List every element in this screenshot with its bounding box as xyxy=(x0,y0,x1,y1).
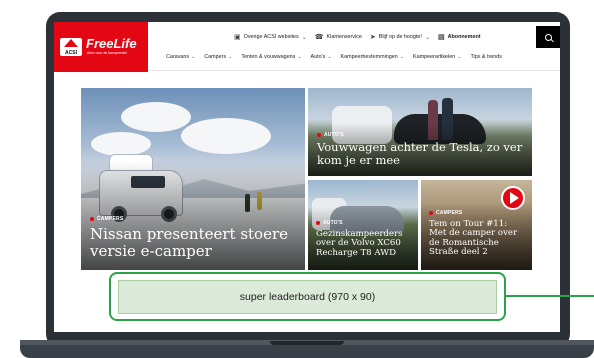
nav-item-articles[interactable]: Kampeerartikelen ⌄ xyxy=(413,54,461,60)
nav-item-destinations[interactable]: Kampeerbestemmingen ⌄ xyxy=(341,54,404,60)
nav-item-label: Caravans xyxy=(166,54,190,60)
headset-icon: ☎ xyxy=(314,34,324,41)
article-category: CAMPERS xyxy=(90,216,123,222)
laptop-notch xyxy=(270,341,344,345)
article-category: AUTO'S xyxy=(316,220,343,226)
nav-item-label: Tips & trends xyxy=(470,54,502,60)
article-category-label: AUTO'S xyxy=(324,132,344,138)
chevron-down-icon: ⌄ xyxy=(457,54,462,60)
chevron-down-icon: ⌄ xyxy=(301,34,307,41)
ad-slot-label: super leaderboard (970 x 90) xyxy=(239,291,376,303)
nav-item-label: Auto's xyxy=(310,54,326,60)
cloud-shape xyxy=(121,102,191,132)
topbar-subscription[interactable]: ▤ Abonnement xyxy=(438,33,481,41)
chevron-down-icon: ⌄ xyxy=(297,54,302,60)
category-dot-icon xyxy=(429,211,433,215)
topbar-customer-service[interactable]: ☎ Klantenservice xyxy=(315,33,362,41)
article-category-label: CAMPERS xyxy=(97,216,124,222)
article-title[interactable]: Nissan presenteert stoere versie e-campe… xyxy=(90,226,299,259)
logo-tagline: Alles voor de kampeerder xyxy=(87,51,127,55)
topbar-customer-service-label: Klantenservice xyxy=(326,34,362,40)
article-card-tem-on-tour[interactable]: CAMPERS Tem on Tour #11: Met de camper o… xyxy=(421,180,532,270)
book-icon: ▤ xyxy=(437,34,445,41)
nav-item-caravans[interactable]: Caravans ⌄ xyxy=(166,54,195,60)
article-card-tesla[interactable]: AUTO'S Vouwwagen achter de Tesla, zo ver… xyxy=(308,88,532,176)
nav-item-label: Kampeerartikelen xyxy=(412,54,456,60)
nav-item-label: Kampeerbestemmingen xyxy=(340,54,398,60)
article-category-label: AUTO'S xyxy=(323,220,343,226)
chevron-down-icon: ⌄ xyxy=(327,54,332,60)
nav-item-label: Tenten & vouwwagens xyxy=(241,54,296,60)
category-dot-icon xyxy=(316,221,320,225)
article-title[interactable]: Gezinskampeerders over de Volvo XC60 Rec… xyxy=(316,229,412,258)
header-divider xyxy=(148,70,560,71)
topbar-other-websites-label: Overige ACSI websites xyxy=(243,34,299,40)
tent-icon xyxy=(64,39,78,47)
send-icon: ➤ xyxy=(369,34,376,41)
acsi-badge-icon: ACSI xyxy=(60,38,82,56)
article-category-label: CAMPERS xyxy=(436,210,463,216)
topbar-newsletter[interactable]: ➤ Blijf op de hoogte! ⌄ xyxy=(370,33,430,41)
topbar-subscription-label: Abonnement xyxy=(447,34,481,40)
chevron-down-icon: ⌄ xyxy=(228,54,233,60)
article-title[interactable]: Tem on Tour #11: Met de camper over de R… xyxy=(429,219,526,258)
ad-callout-line xyxy=(506,295,594,297)
cloud-shape xyxy=(91,132,151,156)
nav-item-label: Campers xyxy=(204,54,227,60)
utility-bar: ▣ Overige ACSI websites ⌄ ☎ Klantenservi… xyxy=(234,30,481,44)
chevron-down-icon: ⌄ xyxy=(399,54,404,60)
article-title[interactable]: Vouwwagen achter de Tesla, zo ver kom je… xyxy=(317,141,526,166)
category-dot-icon xyxy=(317,133,321,137)
monitor-icon: ▣ xyxy=(234,34,241,41)
category-dot-icon xyxy=(90,217,94,221)
search-icon xyxy=(544,33,552,41)
nav-item-campers[interactable]: Campers ⌄ xyxy=(204,54,232,60)
nav-item-tents[interactable]: Tenten & vouwwagens ⌄ xyxy=(241,54,301,60)
nav-item-tips[interactable]: Tips & trends xyxy=(470,54,502,60)
article-category: AUTO'S xyxy=(317,132,344,138)
article-card-nissan[interactable]: CAMPERS Nissan presenteert stoere versie… xyxy=(81,88,305,270)
chevron-down-icon: ⌄ xyxy=(424,34,430,41)
ad-slot-super-leaderboard: super leaderboard (970 x 90) xyxy=(118,280,497,314)
cloud-shape xyxy=(181,118,271,154)
main-nav: Caravans ⌄ Campers ⌄ Tenten & vouwwagens ⌄ … xyxy=(166,54,502,60)
nav-item-cars[interactable]: Auto's ⌄ xyxy=(311,54,332,60)
article-card-volvo[interactable]: AUTO'S Gezinskampeerders over de Volvo X… xyxy=(308,180,418,270)
topbar-newsletter-label: Blijf op de hoogte! xyxy=(378,34,422,40)
topbar-other-websites[interactable]: ▣ Overige ACSI websites ⌄ xyxy=(234,33,307,41)
article-category: CAMPERS xyxy=(429,210,462,216)
chevron-down-icon: ⌄ xyxy=(191,54,196,60)
site-logo[interactable]: ACSI FreeLife Alles voor de kampeerder xyxy=(54,22,148,72)
acsi-badge-text: ACSI xyxy=(65,50,77,56)
search-button[interactable] xyxy=(536,26,560,48)
logo-name: FreeLife xyxy=(86,36,137,51)
